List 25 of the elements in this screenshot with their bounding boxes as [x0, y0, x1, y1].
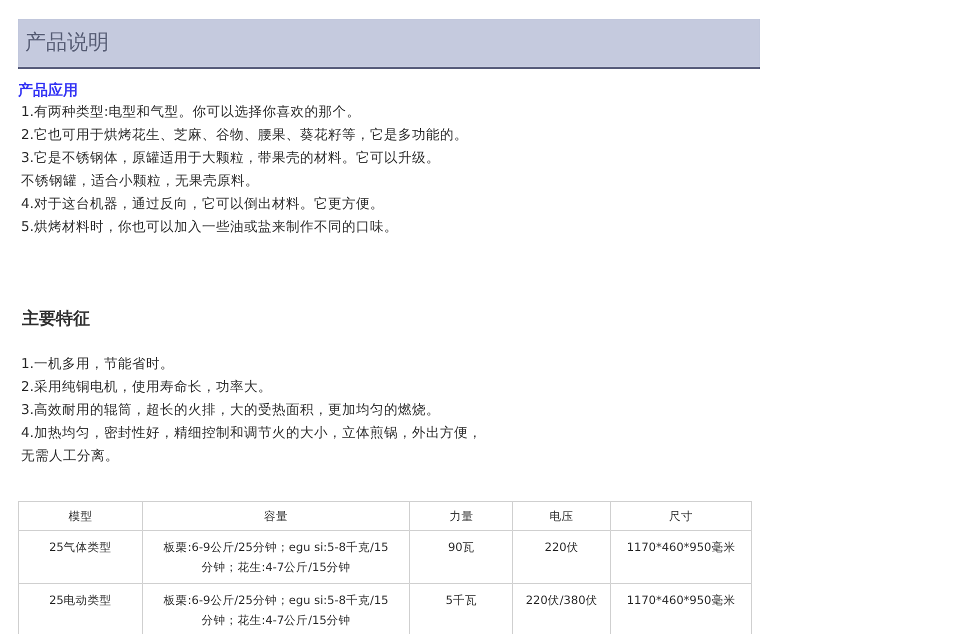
table-cell: 25气体类型	[18, 530, 142, 583]
text-line: 5.烘烤材料时，你也可以加入一些油或盐来制作不同的口味。	[20, 218, 399, 237]
page-title: 产品说明	[25, 29, 109, 56]
section-heading: 主要特征	[22, 308, 91, 331]
text-line: 1.一机多用，节能省时。	[20, 354, 175, 374]
text-line: 2.采用纯铜电机，使用寿命长，功率大。	[20, 378, 273, 396]
column-header: 力量	[410, 501, 513, 530]
text-line: 1.有两种类型:电型和气型。你可以选择你喜欢的那个。	[20, 103, 362, 122]
column-header: 模型	[18, 501, 142, 530]
text-line: 4.对于这台机器，通过反向，它可以倒出材料。它更方便。	[20, 195, 385, 214]
table-cell: 板栗:6-9公斤/25分钟；egu si:5-8千克/15分钟；花生:4-7公斤/15分钟	[142, 530, 410, 583]
column-header: 容量	[142, 501, 410, 530]
text-line: 3.它是不锈钢体，原罐适用于大颗粒，带果壳的材料。它可以升级。	[20, 149, 441, 168]
table-cell: 220伏	[512, 530, 611, 583]
text-line: 4.加热均匀，密封性好，精细控制和调节火的大小，立体煎锅，外出方便，	[20, 424, 483, 442]
text-line: 不锈钢罐，适合小颗粒，无果壳原料。	[20, 172, 260, 191]
section-heading: 产品应用	[18, 80, 79, 101]
column-header: 尺寸	[610, 501, 752, 530]
column-header: 电压	[512, 501, 611, 530]
table-cell: 1170*460*950毫米	[610, 530, 752, 583]
table-cell: 25电动类型	[18, 583, 142, 634]
text-line: 无需人工分离。	[20, 446, 120, 466]
text-line: 2.它也可用于烘烤花生、芝麻、谷物、腰果、葵花籽等，它是多功能的。	[20, 126, 469, 145]
table-cell: 90瓦	[410, 530, 513, 583]
text-line: 3.高效耐用的辊筒，超长的火排，大的受热面积，更加均匀的燃烧。	[20, 400, 441, 420]
